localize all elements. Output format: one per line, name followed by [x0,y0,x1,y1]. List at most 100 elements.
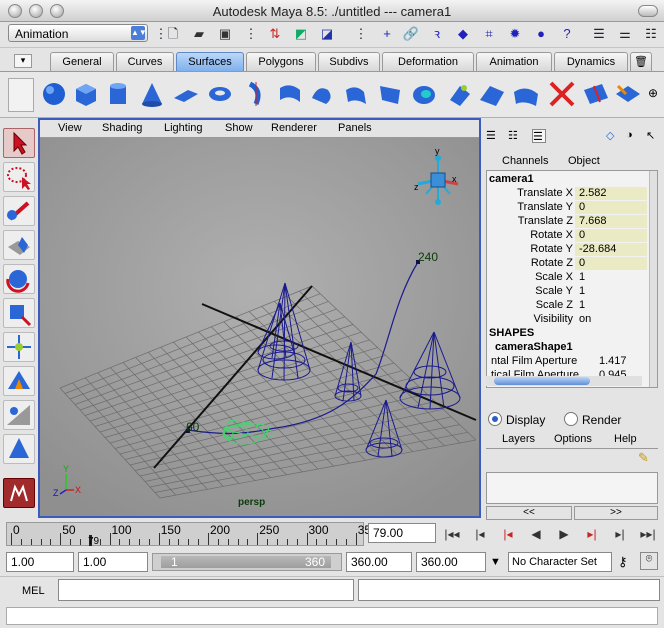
animation-preferences-icon[interactable]: ⌾ [640,552,658,570]
channel-value[interactable]: 1.417 [599,355,627,367]
tab-subdivs[interactable]: Subdivs [318,52,380,71]
render-radio[interactable] [564,412,578,426]
birail-icon[interactable] [376,80,404,108]
new-layer-icon[interactable]: ✎ [638,450,649,466]
menu-set-dropdown[interactable]: Animation ▲▼ [8,24,148,42]
loft-icon[interactable] [276,80,304,108]
trim-icon[interactable] [548,80,576,108]
select-curves-icon[interactable]: ꝛ [428,25,446,43]
channel-value[interactable]: 2.582 [575,187,647,200]
current-time-field[interactable]: 79.00 [368,523,436,543]
soft-modification-tool-icon[interactable] [3,366,35,396]
menu-lighting[interactable]: Lighting [164,122,203,134]
revolve-icon[interactable] [242,80,270,108]
scrollbar-thumb[interactable] [494,377,590,385]
play-forwards-icon[interactable]: ▶ [556,526,572,542]
select-dynamics-icon[interactable]: ✹ [506,25,524,43]
lasso-tool-icon[interactable] [3,162,35,192]
manipulator-tool-icon[interactable] [3,332,35,362]
square-icon[interactable] [446,80,474,108]
nurbs-plane-icon[interactable] [172,80,200,108]
menu-layers[interactable]: Layers [502,433,535,445]
channel-row[interactable]: Translate Y0 [487,201,647,215]
show-manipulator-tool-icon[interactable] [3,400,35,430]
last-tool-icon[interactable] [3,434,35,464]
layer-editor-toggle-icon[interactable]: ☷ [508,129,522,143]
channel-row[interactable]: Scale Z1 [487,299,647,313]
nurbs-cube-icon[interactable] [72,80,100,108]
range-slider-handle[interactable]: 1 360 [161,556,331,568]
character-set-dropdown-icon[interactable]: ▼ [490,556,501,568]
channel-value[interactable]: 0 [575,257,647,270]
end-time-field[interactable]: 360.00 [416,552,486,572]
channel-row[interactable]: Translate Z 7.668 [487,215,647,229]
channel-row[interactable]: Rotate X0 [487,229,647,243]
step-back-key-icon[interactable]: |◂ [500,526,516,542]
channel-value[interactable]: 1 [575,271,647,284]
nurbs-cylinder-icon[interactable] [104,80,132,108]
menu-channels[interactable]: Channels [502,155,548,167]
channel-value[interactable]: 7.668 [575,215,647,228]
auto-key-icon[interactable]: ⚷ [618,554,628,570]
menu-options[interactable]: Options [554,433,592,445]
channel-box-vertical-scrollbar[interactable] [649,171,657,387]
scale-tool-icon[interactable] [3,298,35,328]
channel-value[interactable]: 1 [575,299,647,312]
attach-icon[interactable] [614,80,642,108]
layer-list[interactable] [486,472,658,504]
tab-animation[interactable]: Animation [476,52,552,71]
channel-value[interactable]: 1 [575,285,647,298]
trash-icon[interactable]: 🗑 [630,52,652,71]
channel-row[interactable]: Scale Y1 [487,285,647,299]
step-forward-key-icon[interactable]: ▸| [584,526,600,542]
tab-deformation[interactable]: Deformation [382,52,474,71]
hyper-icon[interactable]: ↖ [646,129,660,143]
extrude-icon[interactable] [342,80,370,108]
channel-row[interactable]: Translate X 2.582 [487,187,647,201]
attribute-manipulator-icon[interactable]: ◇ [606,129,620,143]
channel-row[interactable]: Scale X1 [487,271,647,285]
select-rendering-icon[interactable]: ● [532,25,550,43]
menu-object[interactable]: Object [568,155,600,167]
select-tool-icon[interactable] [3,128,35,158]
menu-panels[interactable]: Panels [338,122,372,134]
menu-help[interactable]: Help [614,433,637,445]
channel-box-horizontal-scrollbar[interactable] [486,376,642,386]
menu-shading[interactable]: Shading [102,122,142,134]
next-button[interactable]: >> [574,506,658,520]
channel-value[interactable]: 0 [575,201,647,214]
prev-button[interactable]: << [486,506,572,520]
select-hierarchy-icon[interactable]: ⇅ [266,25,284,43]
select-handles-icon[interactable]: + [378,25,396,43]
start-time-field[interactable]: 1.00 [6,552,74,572]
shelf-menu-icon[interactable]: ▾ [14,54,32,68]
channel-row[interactable]: Rotate Z0 [487,257,647,271]
step-back-frame-icon[interactable]: |◂ [472,526,488,542]
select-joints-icon[interactable]: 🔗 [402,25,420,43]
tab-curves[interactable]: Curves [116,52,174,71]
character-set-field[interactable]: No Character Set [508,552,612,572]
show-attribute-editor-icon[interactable]: ☰ [590,25,608,43]
speed-icon[interactable]: ◑ [626,129,640,143]
go-to-end-icon[interactable]: ▸▸| [640,526,656,542]
show-tool-settings-icon[interactable]: ⚌ [616,25,634,43]
select-misc-icon[interactable]: ? [558,25,576,43]
select-deformations-icon[interactable]: ⌗ [480,25,498,43]
menu-view[interactable]: View [58,122,82,134]
menu-renderer[interactable]: Renderer [271,122,317,134]
menu-show[interactable]: Show [225,122,253,134]
step-forward-frame-icon[interactable]: ▸| [612,526,628,542]
channel-row[interactable]: Visibility on [487,313,647,327]
range-slider-bar[interactable]: 1 360 [152,553,342,571]
script-language-label[interactable]: MEL [22,585,45,597]
select-surfaces-icon[interactable]: ◆ [454,25,472,43]
project-curve-icon[interactable] [478,80,506,108]
time-slider-track[interactable]: 0 50 100 150 200 250 300 35 79 [6,522,371,547]
both-panels-toggle-icon[interactable]: ☰ [532,129,546,143]
select-object-icon[interactable]: ◩ [292,25,310,43]
untrim-icon[interactable] [582,80,610,108]
nurbs-torus-icon[interactable] [206,80,234,108]
intersect-icon[interactable] [512,80,540,108]
paint-select-tool-icon[interactable] [3,196,35,226]
planar-icon[interactable] [308,80,336,108]
